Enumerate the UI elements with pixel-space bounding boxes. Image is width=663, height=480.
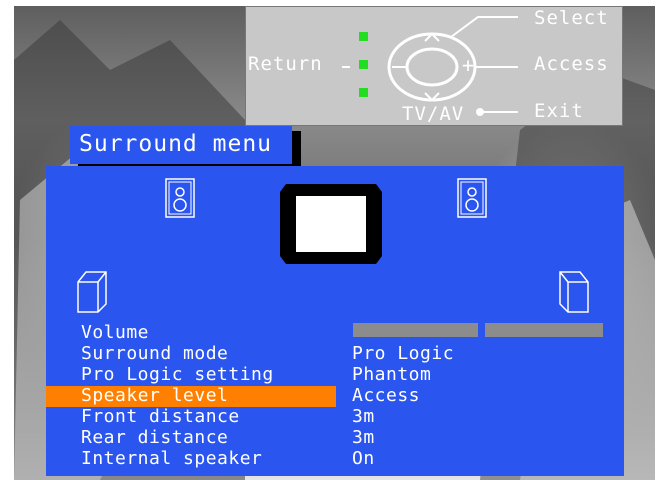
rear-right-speaker-icon xyxy=(559,271,589,313)
menu-item-label: Internal speaker xyxy=(81,448,263,469)
menu-item-pro-logic-setting[interactable]: Pro Logic setting Phantom xyxy=(46,365,624,386)
front-left-speaker-icon xyxy=(165,178,195,218)
menu-item-label: Speaker level xyxy=(81,385,229,406)
menu-item-volume[interactable]: Volume xyxy=(46,323,624,344)
menu-item-value: Phantom xyxy=(352,364,432,385)
menu-item-label: Volume xyxy=(81,322,150,343)
menu-item-value: On xyxy=(352,448,375,469)
menu-item-label: Pro Logic setting xyxy=(81,364,274,385)
led-up-icon xyxy=(359,32,368,41)
front-right-speaker-icon xyxy=(457,178,487,218)
volume-bar-right xyxy=(485,323,603,337)
frame-right xyxy=(655,0,663,480)
menu-item-surround-mode[interactable]: Surround mode Pro Logic xyxy=(46,344,624,365)
menu-item-front-distance[interactable]: Front distance 3m xyxy=(46,407,624,428)
tv-icon xyxy=(280,184,382,264)
frame-left xyxy=(0,0,14,480)
menu-item-internal-speaker[interactable]: Internal speaker On xyxy=(46,449,624,470)
menu-item-label: Front distance xyxy=(81,406,240,427)
exit-label: Exit xyxy=(534,100,584,122)
menu-item-label: Surround mode xyxy=(81,343,229,364)
tvav-label: TV/AV xyxy=(402,103,465,125)
menu-item-value: 3m xyxy=(352,406,375,427)
select-label: Select xyxy=(534,7,609,29)
surround-menu-panel: Volume Surround mode Pro Logic Pro Logic… xyxy=(46,166,624,476)
volume-bar-left xyxy=(353,323,478,337)
menu-title: Surround menu xyxy=(70,126,292,164)
plus-icon: + xyxy=(462,53,476,77)
remote-help-panel: + Select Access Exit Return TV/AV xyxy=(245,6,623,126)
menu-item-value: 3m xyxy=(352,427,375,448)
menu-item-speaker-level[interactable]: Speaker level Access xyxy=(46,386,624,407)
menu-item-rear-distance[interactable]: Rear distance 3m xyxy=(46,428,624,449)
menu-item-value: Access xyxy=(352,385,421,406)
rear-left-speaker-icon xyxy=(77,271,107,313)
menu-item-value: Pro Logic xyxy=(352,343,455,364)
led-down-icon xyxy=(359,88,368,97)
return-label: Return xyxy=(248,53,323,75)
access-label: Access xyxy=(534,53,609,75)
led-middle-icon xyxy=(359,60,368,69)
menu-item-label: Rear distance xyxy=(81,427,229,448)
